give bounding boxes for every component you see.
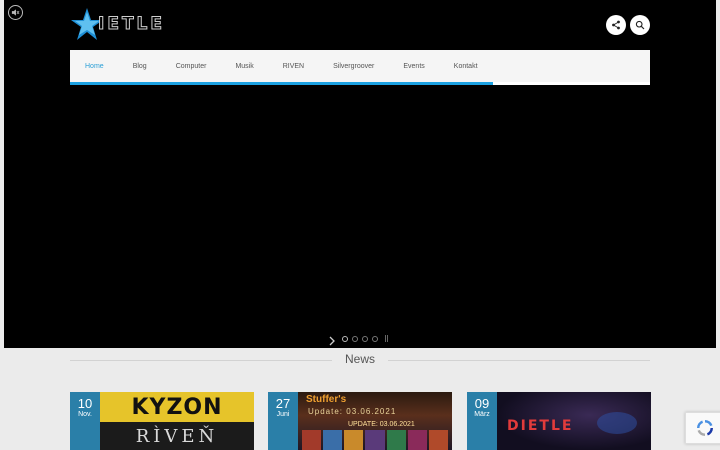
pause-icon bbox=[385, 335, 386, 342]
nav-item-blog[interactable]: Blog bbox=[133, 63, 147, 70]
date-month: Juni bbox=[276, 411, 290, 418]
slide-progress-bar bbox=[70, 82, 494, 85]
mute-button[interactable] bbox=[8, 5, 23, 20]
news-card-image[interactable]: Stuffer's Update: 03.06.2021 UPDATE: 03.… bbox=[298, 392, 452, 450]
slider-pause-button[interactable] bbox=[385, 335, 391, 342]
search-button[interactable] bbox=[630, 15, 650, 35]
news-section-header: News bbox=[70, 352, 650, 368]
date-day: 27 bbox=[275, 396, 291, 411]
nav-item-events[interactable]: Events bbox=[403, 63, 424, 70]
logo-text: IETLE bbox=[98, 14, 165, 35]
nav-item-kontakt[interactable]: Kontakt bbox=[454, 63, 478, 70]
game-cover-strip bbox=[302, 430, 448, 450]
image-title: DIETLE bbox=[507, 418, 574, 434]
date-badge: 10 Nov. bbox=[70, 392, 100, 450]
cover-tile bbox=[428, 430, 448, 450]
recaptcha-badge[interactable] bbox=[685, 412, 720, 444]
nav-item-riven[interactable]: RIVEN bbox=[283, 63, 304, 70]
date-month: März bbox=[474, 411, 490, 418]
news-card[interactable]: 09 März DIETLE bbox=[467, 392, 651, 450]
share-icon bbox=[612, 20, 620, 30]
slider-next-button[interactable] bbox=[328, 333, 338, 346]
slider-dot-2[interactable] bbox=[352, 336, 358, 342]
news-card-image[interactable]: DIETLE bbox=[497, 392, 651, 450]
site-logo[interactable]: IETLE bbox=[70, 5, 180, 43]
date-badge: 27 Juni bbox=[268, 392, 298, 450]
cover-tile bbox=[302, 430, 322, 450]
cover-tile bbox=[365, 430, 385, 450]
divider bbox=[388, 360, 650, 361]
search-icon bbox=[635, 20, 645, 30]
share-button[interactable] bbox=[606, 15, 626, 35]
date-badge: 09 März bbox=[467, 392, 497, 450]
image-title: Stuffer's bbox=[306, 394, 347, 405]
news-card[interactable]: 27 Juni Stuffer's Update: 03.06.2021 UPD… bbox=[268, 392, 452, 450]
image-update-label: UPDATE: 03.06.2021 bbox=[348, 421, 415, 428]
pause-icon-bar bbox=[387, 335, 388, 342]
chevron-right-icon bbox=[329, 336, 335, 346]
cover-tile bbox=[344, 430, 364, 450]
date-day: 10 bbox=[77, 396, 93, 411]
riven-text: RÌVEŇ bbox=[135, 426, 219, 447]
date-day: 09 bbox=[474, 396, 490, 411]
cover-tile bbox=[323, 430, 343, 450]
image-subtitle: Update: 03.06.2021 bbox=[308, 407, 397, 416]
nav-item-computer[interactable]: Computer bbox=[176, 63, 207, 70]
speaker-muted-icon bbox=[11, 9, 20, 16]
date-month: Nov. bbox=[78, 411, 92, 418]
slider-dot-1[interactable] bbox=[342, 336, 348, 342]
kyzon-banner: KYZON bbox=[100, 392, 254, 422]
news-heading: News bbox=[344, 352, 375, 366]
recaptcha-icon bbox=[697, 420, 713, 436]
cover-tile bbox=[407, 430, 427, 450]
nav-item-musik[interactable]: Musik bbox=[235, 63, 253, 70]
cover-tile bbox=[386, 430, 406, 450]
glow-effect bbox=[597, 412, 637, 434]
page: IETLE Home Blog Computer Musik RIVEN Sil… bbox=[0, 0, 720, 450]
slider-dot-3[interactable] bbox=[362, 336, 368, 342]
nav-item-silvergroover[interactable]: Silvergroover bbox=[333, 63, 374, 70]
news-card[interactable]: 10 Nov. KYZON RÌVEŇ bbox=[70, 392, 254, 450]
main-nav: Home Blog Computer Musik RIVEN Silvergro… bbox=[70, 50, 650, 82]
slider-dot-4[interactable] bbox=[372, 336, 378, 342]
nav-item-home[interactable]: Home bbox=[85, 63, 104, 70]
banner-text: KYZON bbox=[131, 394, 223, 420]
news-card-image[interactable]: KYZON RÌVEŇ bbox=[100, 392, 254, 450]
